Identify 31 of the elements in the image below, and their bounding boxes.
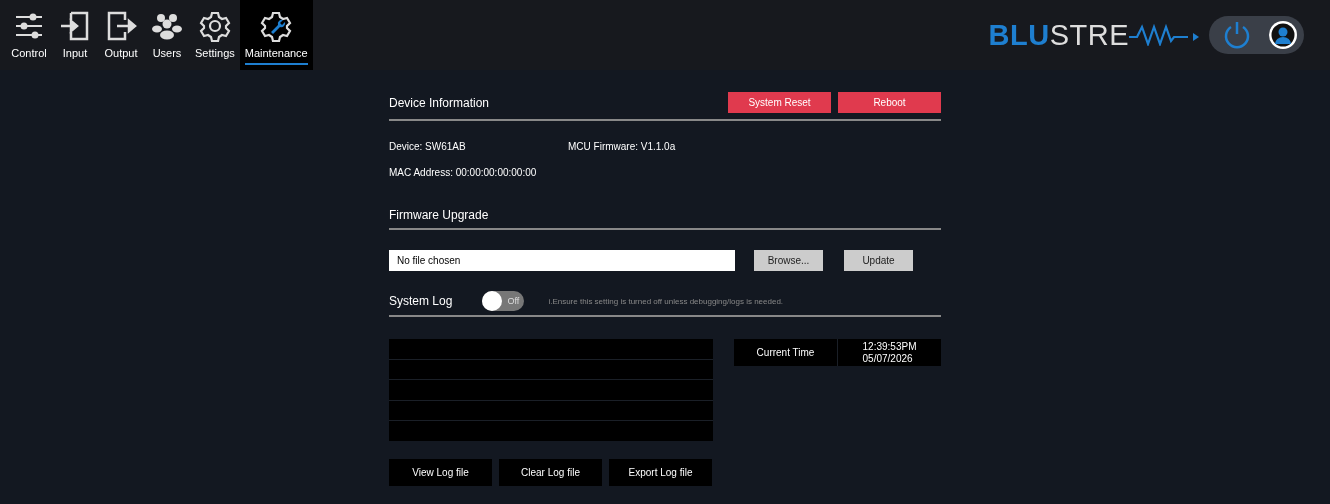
section-title: Device Information xyxy=(389,95,490,110)
hint-text: i.Ensure this setting is turned off unless debugging/logs is needed. xyxy=(548,296,784,306)
logo-wave-icon xyxy=(1129,24,1201,46)
nav-tab[interactable]: Settings xyxy=(190,0,240,70)
nav-tab[interactable]: Output xyxy=(98,0,144,70)
log-button[interactable]: View Log file xyxy=(389,458,492,486)
output-icon xyxy=(105,9,137,42)
mac-address: MAC Address: 00:00:00:00:00:00 xyxy=(389,167,538,178)
user-icon[interactable] xyxy=(1267,19,1299,51)
nav-tab[interactable]: Users xyxy=(144,0,190,70)
time-value: 12:39:53PM 05/07/2026 xyxy=(837,339,941,366)
nav-tab[interactable]: Control xyxy=(6,0,52,70)
nav-tab[interactable]: Maintenance xyxy=(239,0,313,70)
time-label: Current Time xyxy=(755,346,816,360)
input-icon xyxy=(59,9,91,42)
nav-tab[interactable]: Input xyxy=(52,0,98,70)
device-action-button[interactable]: Reboot xyxy=(838,92,941,113)
logo-text: BLU xyxy=(988,18,1050,52)
settings-icon xyxy=(198,9,231,42)
device-name: Device: SW61AB xyxy=(389,141,467,152)
logo-text: STRE xyxy=(1049,18,1129,52)
firmware-version: MCU Firmware: V1.1.0a xyxy=(568,141,677,152)
update-button[interactable]: Update xyxy=(844,250,913,271)
section-title: Firmware Upgrade xyxy=(389,208,489,222)
section-title: System Log xyxy=(389,294,453,308)
device-action-button[interactable]: System Reset xyxy=(728,92,831,113)
log-button[interactable]: Export Log file xyxy=(609,458,712,486)
browse-button[interactable]: Browse... xyxy=(754,250,823,271)
file-field[interactable]: No file chosen xyxy=(389,250,735,271)
log-button[interactable]: Clear Log file xyxy=(499,458,602,486)
gear-wrench-icon xyxy=(260,9,293,42)
